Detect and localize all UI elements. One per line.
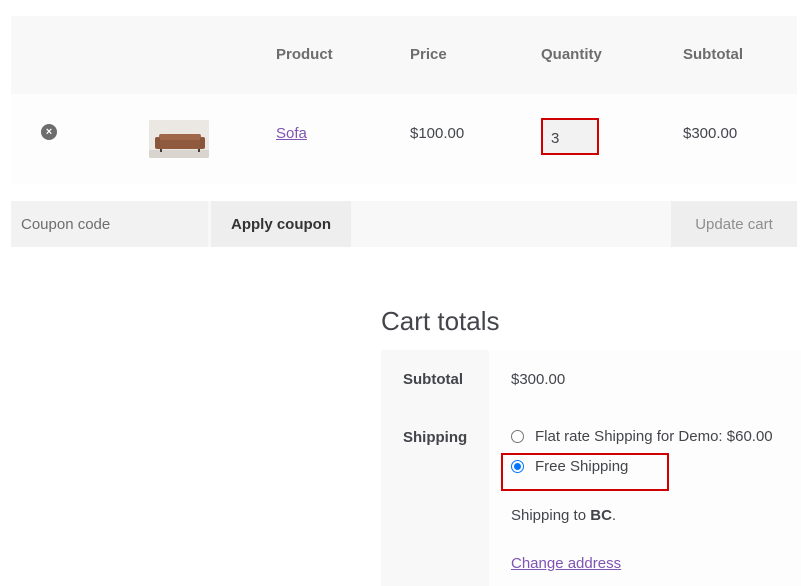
subtotal-value: $300.00 xyxy=(511,371,566,388)
quantity-highlight xyxy=(541,118,599,155)
header-price: Price xyxy=(410,46,447,63)
header-subtotal: Subtotal xyxy=(683,46,743,63)
subtotal-label-cell: Subtotal xyxy=(381,350,489,408)
free-shipping-highlight xyxy=(501,453,669,491)
sofa-thumbnail[interactable] xyxy=(149,120,209,158)
coupon-code-input[interactable] xyxy=(11,201,208,247)
sofa-image xyxy=(149,120,209,158)
cart-table-header: Product Price Quantity Subtotal xyxy=(11,16,797,94)
cart-totals-table: Subtotal $300.00 Shipping Flat rate Ship… xyxy=(381,350,801,586)
update-cart-button[interactable]: Update cart xyxy=(671,201,797,247)
change-address-link[interactable]: Change address xyxy=(511,555,621,572)
shipping-destination: Shipping to BC. xyxy=(511,507,616,524)
header-product: Product xyxy=(276,46,333,63)
apply-coupon-button[interactable]: Apply coupon xyxy=(211,201,351,247)
shipping-option-flat-rate[interactable]: Flat rate Shipping for Demo: $60.00 xyxy=(511,428,773,445)
shipping-to-suffix: . xyxy=(611,507,617,524)
table-row: × Sofa $100.00 $300.00 xyxy=(11,94,797,184)
header-quantity: Quantity xyxy=(541,46,602,63)
cart-actions: Apply coupon Update cart xyxy=(11,201,797,247)
shipping-to-region: BC xyxy=(590,507,612,524)
product-price: $100.00 xyxy=(410,125,465,142)
product-subtotal: $300.00 xyxy=(683,125,738,142)
shipping-label-cell: Shipping xyxy=(381,408,489,586)
subtotal-value-cell: $300.00 xyxy=(489,350,801,408)
shipping-label: Shipping xyxy=(403,429,468,446)
product-link-sofa[interactable]: Sofa xyxy=(276,125,307,142)
flat-rate-label: Flat rate Shipping for Demo: $60.00 xyxy=(535,428,773,445)
quantity-input[interactable] xyxy=(551,127,591,149)
shipping-to-prefix: Shipping to xyxy=(511,507,591,524)
cart-totals-title: Cart totals xyxy=(381,306,500,336)
remove-x-icon[interactable]: × xyxy=(41,124,57,140)
subtotal-label: Subtotal xyxy=(403,371,463,388)
shipping-value-cell: Flat rate Shipping for Demo: $60.00 Free… xyxy=(489,408,801,586)
cart-table: Product Price Quantity Subtotal × Sofa $… xyxy=(11,16,797,184)
flat-rate-radio[interactable] xyxy=(511,430,524,443)
